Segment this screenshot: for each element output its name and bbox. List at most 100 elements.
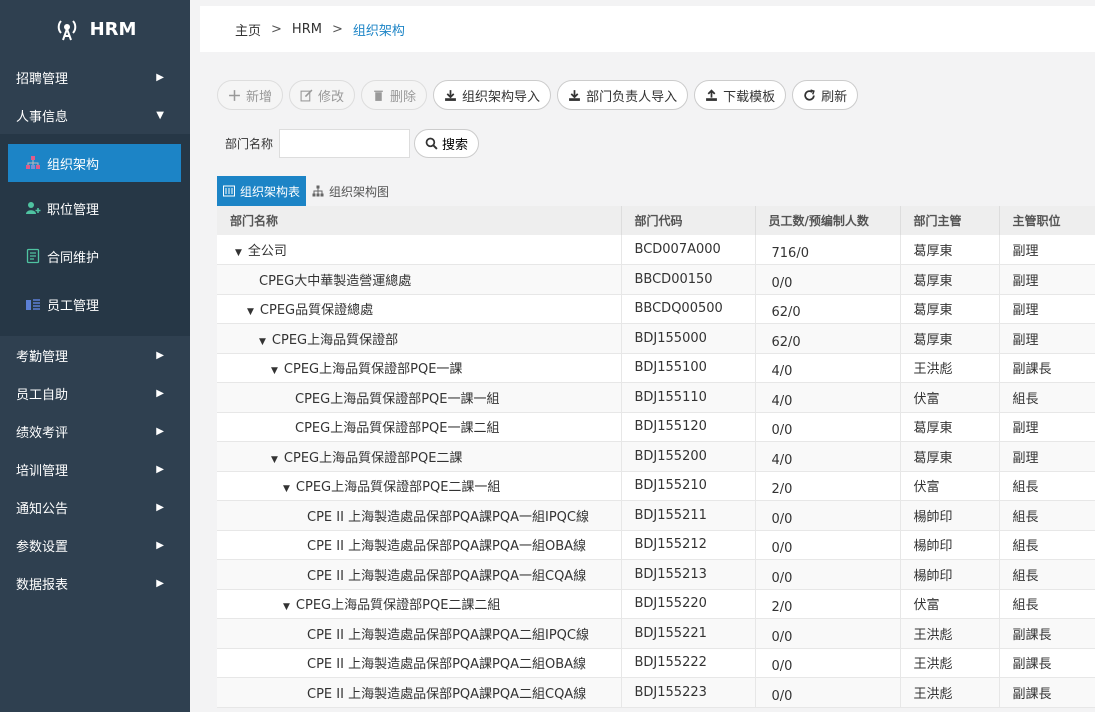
tab-org-chart[interactable]: 组织架构图	[306, 176, 395, 206]
department-name-input[interactable]	[279, 128, 410, 158]
manager-position-cell: 組長	[999, 382, 1095, 413]
download-template-button[interactable]: 下载模板	[694, 80, 787, 110]
department-name: CPEG上海品質保證部PQE二課	[283, 450, 463, 466]
department-name-cell: CPEG上海品質保證部PQE一課二組	[217, 412, 622, 442]
table-row[interactable]: CPEG上海品質保證部PQE一課一組 BDJ155110 4/0 伏富 組長	[217, 382, 1095, 413]
department-name: CPE II 上海製造處品保部PQA課PQA一組OBA線	[307, 539, 587, 555]
department-name: CPE II 上海製造處品保部PQA課PQA二組OBA線	[307, 657, 587, 673]
header-department-code[interactable]: 部门代码	[621, 206, 756, 235]
tab-org-table[interactable]: 组织架构表	[217, 176, 307, 206]
expand-caret-icon[interactable]: ▼	[283, 602, 290, 612]
department-name-cell: ▼ 全公司	[217, 235, 622, 265]
search-button[interactable]: 搜索	[414, 128, 480, 158]
menu-item[interactable]: 数据报表 ▶	[0, 564, 190, 602]
header-manager[interactable]: 部门主管	[900, 206, 1000, 235]
table-row[interactable]: CPE II 上海製造處品保部PQA課PQA一組OBA線 BDJ155212 0/0…	[217, 530, 1095, 560]
table-row[interactable]: CPE II 上海製造處品保部PQA課PQA一組CQA線 BDJ155213 0/0…	[217, 559, 1095, 590]
menu-item[interactable]: 培训管理 ▶	[0, 450, 190, 488]
department-code-cell: BDJ155210	[621, 471, 756, 501]
download-icon	[445, 89, 456, 101]
department-name: CPEG上海品質保證部PQE二課一組	[295, 480, 501, 496]
plus-icon	[229, 89, 240, 101]
menu-item[interactable]: 考勤管理 ▶	[0, 336, 190, 374]
submenu-item[interactable]: 职位管理	[0, 184, 190, 232]
department-name: CPEG品質保證總處	[259, 303, 374, 319]
table-row[interactable]: ▼ CPEG上海品質保證部PQE二課一組 BDJ155210 2/0 伏富 組長	[217, 471, 1095, 501]
table-row[interactable]: ▼ CPEG上海品質保證部 BDJ155000 62/0 葛厚東 副理	[217, 323, 1095, 354]
menu-item[interactable]: 招聘管理 ▶	[0, 58, 190, 96]
manager-cell: 伏富	[900, 471, 1000, 501]
refresh-button[interactable]: 刷新	[792, 80, 859, 110]
table-row[interactable]: ▼ CPEG上海品質保證部PQE二課二組 BDJ155220 2/0 伏富 組長	[217, 589, 1095, 619]
department-name-cell: CPE II 上海製造處品保部PQA課PQA二組CQA線	[217, 677, 622, 708]
employee-count-cell: 4/0	[755, 441, 901, 472]
table-row[interactable]: CPE II 上海製造處品保部PQA課PQA二組OBA線 BDJ155222 0/0…	[217, 648, 1095, 678]
manager-position-cell: 副課長	[999, 677, 1095, 708]
department-code-cell: BBCD00150	[621, 264, 756, 295]
menu-item-label: 数据报表	[16, 577, 69, 593]
employee-count-cell: 2/0	[755, 471, 901, 501]
table-row[interactable]: CPEG大中華製造營運總處 BBCD00150 0/0 葛厚東 副理	[217, 264, 1095, 295]
org-chart-icon	[25, 155, 41, 171]
import-department-head-button[interactable]: 部门负责人导入	[557, 80, 689, 110]
menu-item[interactable]: 绩效考评 ▶	[0, 412, 190, 450]
employee-count-cell: 0/0	[755, 618, 901, 649]
import-org-button[interactable]: 组织架构导入	[433, 80, 552, 110]
department-code-cell: BDJ155120	[621, 412, 756, 442]
department-name-cell: CPE II 上海製造處品保部PQA課PQA一組IPQC線	[217, 500, 622, 531]
header-department-name[interactable]: 部门名称	[217, 206, 622, 235]
menu-item[interactable]: 通知公告 ▶	[0, 488, 190, 526]
table-row[interactable]: ▼ CPEG品質保證總處 BBCDQ00500 62/0 葛厚東 副理	[217, 294, 1095, 324]
menu-item-label: 通知公告	[16, 501, 69, 517]
table-row[interactable]: ▼ 全公司 BCD007A000 716/0 葛厚東 副理	[217, 235, 1095, 265]
header-manager-position[interactable]: 主管职位	[999, 206, 1095, 235]
caret-right-icon: ▶	[156, 539, 164, 551]
app-logo[interactable]: HRM	[0, 0, 190, 58]
menu-item[interactable]: 人事信息 ▼	[0, 96, 190, 134]
manager-cell: 伏富	[900, 589, 1000, 619]
edit-button[interactable]: 修改	[289, 80, 356, 110]
expand-caret-icon[interactable]: ▼	[259, 337, 266, 347]
table-row[interactable]: CPEG上海品質保證部PQE一課二組 BDJ155120 0/0 葛厚東 副理	[217, 412, 1095, 442]
manager-position-cell: 副理	[999, 235, 1095, 265]
delete-button[interactable]: 删除	[361, 80, 428, 110]
menu-item[interactable]: 员工自助 ▶	[0, 374, 190, 412]
sidebar: HRM 招聘管理 ▶ 人事信息 ▼ 组织架构 职位管理 合同维护员工管理 考勤管理 ▶ 员工自…	[0, 0, 190, 712]
table-row[interactable]: ▼ CPEG上海品質保證部PQE一課 BDJ155100 4/0 王洪彪 副課長	[217, 353, 1095, 383]
department-code-cell: BDJ155213	[621, 559, 756, 590]
breadcrumb-separator: >	[271, 21, 282, 37]
table-row[interactable]: CPE II 上海製造處品保部PQA課PQA二組CQA線 BDJ155223 0/0…	[217, 677, 1095, 708]
submenu-item[interactable]: 组织架构	[8, 144, 181, 182]
manager-cell: 葛厚東	[900, 264, 1000, 295]
expand-caret-icon[interactable]: ▼	[283, 484, 290, 494]
department-name-cell: CPE II 上海製造處品保部PQA課PQA二組OBA線	[217, 648, 622, 678]
expand-caret-icon[interactable]: ▼	[247, 307, 254, 317]
department-name-label: 部门名称	[225, 136, 274, 151]
expand-caret-icon[interactable]: ▼	[271, 455, 278, 465]
employee-count-cell: 0/0	[755, 412, 901, 442]
employee-count-cell: 0/0	[755, 559, 901, 590]
add-button[interactable]: 新增	[217, 80, 284, 110]
expand-caret-icon[interactable]: ▼	[271, 366, 278, 376]
expand-caret-icon[interactable]: ▼	[235, 248, 242, 258]
submenu-item-label: 员工管理	[47, 298, 100, 314]
table-header-row: 部门名称 部门代码 员工数/预编制人数 部门主管 主管职位	[217, 206, 1095, 235]
department-name-cell: CPE II 上海製造處品保部PQA課PQA一組CQA線	[217, 559, 622, 590]
department-name: CPEG上海品質保證部PQE一課一組	[295, 391, 500, 407]
menu-item[interactable]: 参数设置 ▶	[0, 526, 190, 564]
breadcrumb-module[interactable]: HRM	[292, 22, 322, 37]
table-row[interactable]: CPE II 上海製造處品保部PQA課PQA一組IPQC線 BDJ155211 0/…	[217, 500, 1095, 531]
employee-count-cell: 2/0	[755, 589, 901, 619]
header-employee-count[interactable]: 员工数/预编制人数	[755, 206, 901, 235]
department-code-cell: BDJ155222	[621, 648, 756, 678]
manager-cell: 葛厚東	[900, 412, 1000, 442]
employee-count-cell: 62/0	[755, 294, 901, 324]
breadcrumb-home[interactable]: 主页	[235, 20, 261, 39]
submenu-personnel: 组织架构 职位管理 合同维护员工管理	[0, 134, 190, 336]
submenu-item[interactable]: 合同维护	[0, 232, 190, 280]
table-row[interactable]: ▼ CPEG上海品質保證部PQE二課 BDJ155200 4/0 葛厚東 副理	[217, 441, 1095, 472]
table-row[interactable]: CPE II 上海製造處品保部PQA課PQA二組IPQC線 BDJ155221 0/…	[217, 618, 1095, 649]
submenu-item[interactable]: 员工管理	[0, 280, 190, 328]
department-name: CPEG大中華製造營運總處	[259, 273, 412, 289]
department-name: CPEG上海品質保證部	[271, 332, 399, 348]
